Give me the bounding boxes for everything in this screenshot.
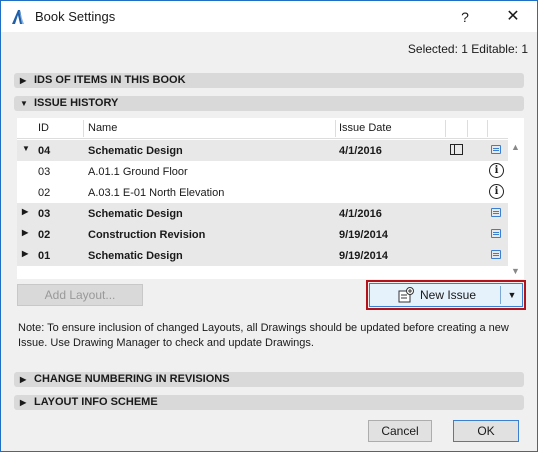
section-layout-info-header[interactable]: ▶ LAYOUT INFO SCHEME [14,395,524,410]
collapse-icon: ▼ [20,99,28,108]
new-issue-icon [398,287,414,303]
new-issue-label: New Issue [420,288,477,302]
row-name: Schematic Design [88,250,183,262]
column-divider [467,120,468,137]
new-issue-button[interactable]: New Issue [370,284,500,306]
row-id: 01 [38,250,51,262]
note-text: Note: To ensure inclusion of changed Lay… [18,322,509,349]
column-header-name[interactable]: Name [88,122,117,134]
row-id: 03 [38,166,51,178]
row-id: 02 [38,187,51,199]
issue-history-table: ID Name Issue Date ▼ 04 Schematic Design… [17,118,524,279]
section-layout-info-label: LAYOUT INFO SCHEME [34,396,158,408]
section-issue-history-label: ISSUE HISTORY [34,97,119,109]
info-icon[interactable]: i [489,184,504,199]
row-id: 02 [38,229,51,241]
expand-icon[interactable]: ▶ [22,249,28,258]
section-change-numbering-label: CHANGE NUMBERING IN REVISIONS [34,373,230,385]
collapse-icon[interactable]: ▼ [22,144,30,153]
scroll-up-icon[interactable]: ▲ [511,142,520,152]
expand-icon[interactable]: ▶ [22,207,28,216]
row-name: Schematic Design [88,208,183,220]
table-row[interactable]: ▶ 03 Schematic Design 4/1/2016 [17,203,508,224]
row-name: Construction Revision [88,229,206,241]
expand-icon: ▶ [20,375,27,384]
section-issue-history-header[interactable]: ▼ ISSUE HISTORY [14,96,524,111]
column-header-id[interactable]: ID [38,122,49,134]
table-row[interactable]: ▶ 01 Schematic Design 9/19/2014 [17,245,508,266]
row-issue-date: 9/19/2014 [339,250,388,262]
table-row[interactable]: 02 A.03.1 E-01 North Elevation i [17,182,508,203]
table-row[interactable]: 03 A.01.1 Ground Floor i [17,161,508,182]
layout-icon [450,144,463,155]
scroll-down-icon[interactable]: ▼ [511,266,520,276]
expand-icon: ▶ [20,398,27,407]
cancel-button[interactable]: Cancel [368,420,432,442]
row-issue-date: 4/1/2016 [339,145,382,157]
issue-document-icon[interactable] [491,208,501,217]
dropdown-arrow-icon[interactable]: ▼ [501,284,523,306]
row-id: 04 [38,145,51,157]
issue-document-icon[interactable] [491,145,501,154]
column-divider [83,120,84,137]
info-icon[interactable]: i [489,163,504,178]
new-issue-split-button[interactable]: New Issue ▼ [369,283,523,307]
expand-icon[interactable]: ▶ [22,228,28,237]
column-divider [487,120,488,137]
window-title: Book Settings [35,9,116,24]
book-settings-dialog: Book Settings ? ✕ Selected: 1 Editable: … [0,0,538,452]
section-change-numbering-header[interactable]: ▶ CHANGE NUMBERING IN REVISIONS [14,372,524,387]
issue-document-icon[interactable] [491,229,501,238]
column-header-issue-date[interactable]: Issue Date [339,122,392,134]
archicad-app-icon [12,10,24,24]
add-layout-button[interactable]: Add Layout... [17,284,143,306]
row-issue-date: 4/1/2016 [339,208,382,220]
title-bar: Book Settings ? ✕ [1,1,537,32]
column-divider [335,120,336,137]
table-row[interactable]: ▼ 04 Schematic Design 4/1/2016 [17,140,508,161]
help-button[interactable]: ? [453,7,477,27]
row-issue-date: 9/19/2014 [339,229,388,241]
row-name: Schematic Design [88,145,183,157]
table-header: ID Name Issue Date [17,118,508,139]
expand-icon: ▶ [20,76,27,85]
column-divider [445,120,446,137]
issue-document-icon[interactable] [491,250,501,259]
row-name: A.01.1 Ground Floor [88,166,188,178]
section-ids-header[interactable]: ▶ IDS OF ITEMS IN THIS BOOK [14,73,524,88]
selection-info: Selected: 1 Editable: 1 [407,42,528,56]
row-id: 03 [38,208,51,220]
table-row[interactable]: ▶ 02 Construction Revision 9/19/2014 [17,224,508,245]
row-name: A.03.1 E-01 North Elevation [88,187,225,199]
close-button[interactable]: ✕ [499,7,527,27]
ok-button[interactable]: OK [453,420,519,442]
vertical-scrollbar[interactable]: ▲ ▼ [508,118,524,279]
section-ids-label: IDS OF ITEMS IN THIS BOOK [34,74,186,86]
